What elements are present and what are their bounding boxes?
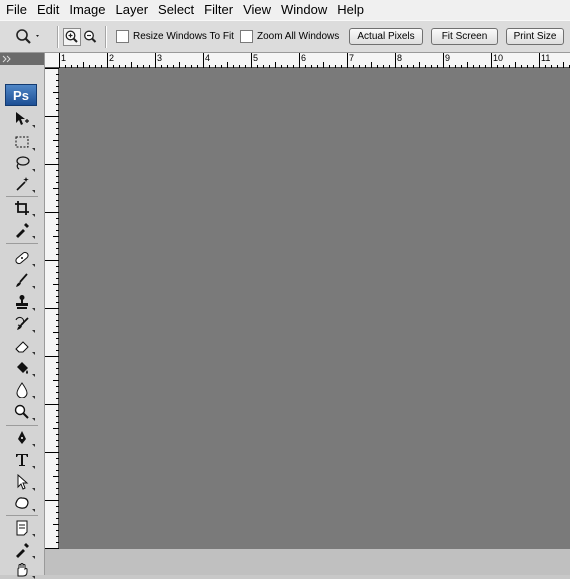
tool-preset-picker[interactable]: [14, 21, 40, 52]
resize-windows-checkbox[interactable]: Resize Windows To Fit: [116, 21, 234, 52]
brush-icon: [16, 273, 28, 287]
menu-layer[interactable]: Layer: [111, 0, 154, 20]
eyedropper-icon: [16, 223, 29, 238]
toolbox-separator: [6, 196, 38, 197]
checkbox-box[interactable]: [240, 30, 253, 43]
zoom-all-windows-label: Zoom All Windows: [257, 31, 340, 42]
eraser-icon: [15, 341, 29, 353]
crop-tool[interactable]: [12, 199, 35, 217]
menu-view[interactable]: View: [238, 0, 276, 20]
hand-icon: [17, 563, 28, 577]
pen-icon: [18, 431, 26, 444]
pen-tool[interactable]: [12, 429, 35, 447]
lasso-tool[interactable]: [12, 154, 35, 172]
toolbox-separator: [6, 425, 38, 426]
photoshop-logo[interactable]: Ps: [5, 84, 37, 106]
ruler-label: 6: [301, 53, 307, 63]
zoom-in-button[interactable]: [63, 21, 81, 52]
options-separator: [57, 26, 58, 48]
brush-tool[interactable]: [12, 271, 35, 289]
eyedropper-tool[interactable]: [12, 541, 35, 559]
resize-windows-label: Resize Windows To Fit: [133, 31, 234, 42]
rect-marquee-icon: [15, 136, 29, 148]
vertical-ruler[interactable]: [45, 68, 59, 549]
zoom-in-icon: [63, 27, 81, 46]
history-brush-tool[interactable]: [12, 315, 35, 333]
dodge-icon: [14, 404, 29, 419]
clone-stamp-tool[interactable]: [12, 293, 35, 311]
ruler-label: 4: [205, 53, 211, 63]
options-separator: [105, 26, 106, 48]
hand-tool[interactable]: [12, 561, 35, 579]
zoom-all-windows-checkbox[interactable]: Zoom All Windows: [240, 21, 339, 52]
ruler-ticks: [45, 68, 59, 549]
zoom-tool-icon: [16, 28, 39, 44]
menu-bar: File Edit Image Layer Select Filter View…: [0, 0, 570, 20]
print-size-button[interactable]: Print Size: [506, 28, 564, 45]
menu-window[interactable]: Window: [276, 0, 332, 20]
marquee-tool[interactable]: [12, 133, 35, 151]
magic-wand-icon: [16, 177, 29, 191]
notes-icon: [16, 520, 28, 536]
custom-shape-tool[interactable]: [12, 494, 35, 512]
lasso-icon: [16, 156, 30, 170]
healing-brush-tool[interactable]: [12, 249, 35, 267]
ruler-label: 2: [109, 53, 115, 63]
menu-filter[interactable]: Filter: [199, 0, 238, 20]
type-tool[interactable]: [12, 451, 35, 469]
eyedropper-icon: [16, 543, 29, 558]
ruler-label: 1: [61, 53, 67, 63]
path-selection-tool[interactable]: [12, 473, 35, 491]
document-canvas[interactable]: [59, 68, 570, 549]
blur-drop-icon: [16, 382, 28, 398]
move-icon: [16, 112, 29, 125]
workspace-background: [45, 549, 570, 575]
stamp-icon: [16, 295, 28, 309]
history-brush-icon: [15, 316, 29, 330]
slice-eyedropper-tool[interactable]: [12, 221, 35, 239]
notes-tool[interactable]: [12, 519, 35, 537]
menu-select[interactable]: Select: [153, 0, 199, 20]
toolbox-separator: [6, 515, 38, 516]
ruler-label: 10: [493, 53, 504, 63]
toolbox-separator: [6, 243, 38, 244]
menu-image[interactable]: Image: [64, 0, 110, 20]
ruler-label: 11: [541, 53, 551, 63]
paint-bucket-icon: [17, 362, 28, 374]
blur-tool[interactable]: [12, 381, 35, 399]
paint-bucket-tool[interactable]: [12, 359, 35, 377]
ruler-label: 5: [253, 53, 259, 63]
ruler-label: 7: [349, 53, 355, 63]
eraser-tool[interactable]: [12, 337, 35, 355]
toolbox: Ps: [0, 53, 45, 579]
horizontal-ruler[interactable]: 1 2 3 4 5 6 7 8 9 10 11: [45, 53, 570, 68]
zoom-out-button[interactable]: [82, 21, 98, 52]
bandage-icon: [15, 251, 29, 265]
magic-wand-tool[interactable]: [12, 175, 35, 193]
ruler-label: 9: [445, 53, 451, 63]
fit-screen-button[interactable]: Fit Screen: [431, 28, 498, 45]
ruler-label: 8: [397, 53, 403, 63]
crop-icon: [15, 201, 29, 215]
ruler-label: 3: [157, 53, 163, 63]
toolbox-grip[interactable]: [0, 53, 44, 65]
menu-file[interactable]: File: [0, 0, 32, 20]
menu-help[interactable]: Help: [332, 0, 369, 20]
custom-shape-icon: [15, 497, 29, 509]
move-tool[interactable]: [12, 110, 35, 128]
dodge-tool[interactable]: [12, 403, 35, 421]
checkbox-box[interactable]: [116, 30, 129, 43]
menu-edit[interactable]: Edit: [32, 0, 64, 20]
zoom-out-icon: [84, 30, 97, 43]
path-selection-arrow-icon: [17, 474, 29, 490]
actual-pixels-button[interactable]: Actual Pixels: [349, 28, 423, 45]
type-t-icon: [16, 454, 28, 466]
options-bar: Resize Windows To Fit Zoom All Windows A…: [0, 20, 570, 53]
collapse-arrows-icon: [2, 55, 11, 63]
